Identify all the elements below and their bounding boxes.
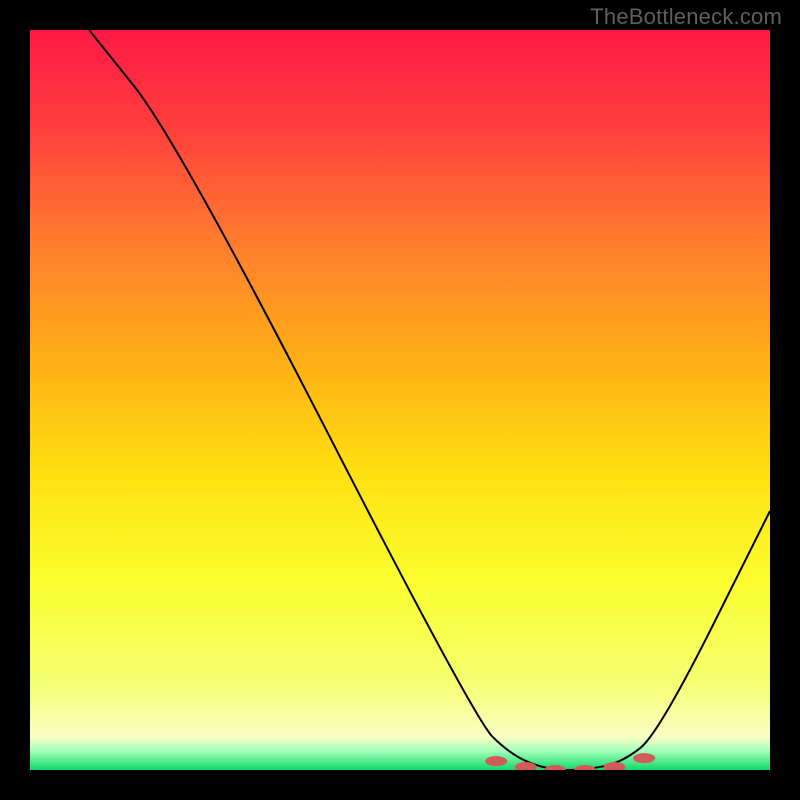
- watermark-text: TheBottleneck.com: [590, 4, 782, 30]
- chart-background: [30, 30, 770, 770]
- chart-frame: TheBottleneck.com: [0, 0, 800, 800]
- plot-area: [30, 30, 770, 770]
- chart-svg: [30, 30, 770, 770]
- sweet-spot-marker: [485, 756, 507, 766]
- sweet-spot-marker: [633, 753, 655, 763]
